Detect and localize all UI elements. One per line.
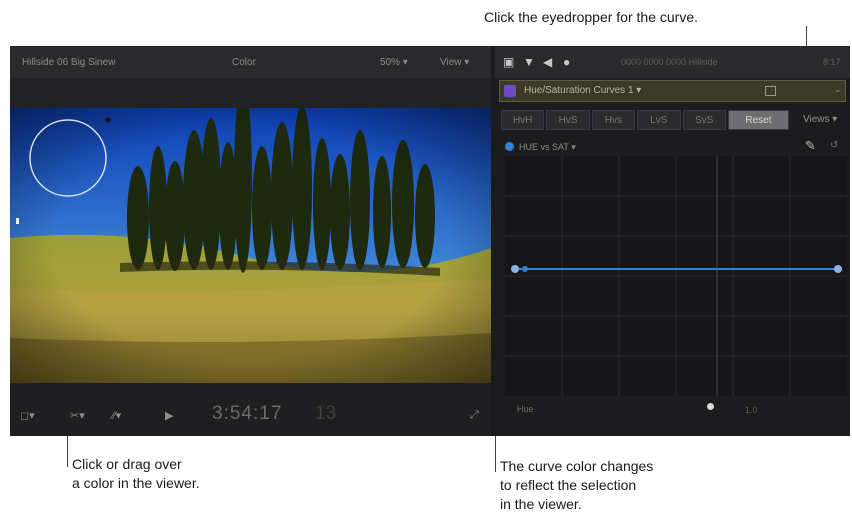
- curve-callout: The curve color changes to reflect the s…: [500, 457, 653, 514]
- reset-curve-icon[interactable]: ↺: [830, 140, 838, 151]
- zoom-menu[interactable]: 50% ▾: [380, 57, 408, 68]
- curve-callout-line3: in the viewer.: [500, 496, 582, 512]
- viewer-image[interactable]: [10, 108, 491, 383]
- effect-name-text: Hue/Saturation Curves 1: [524, 85, 634, 96]
- curve-graph-svg: [505, 156, 847, 396]
- chevron-down-icon[interactable]: ⌄: [834, 84, 842, 95]
- zoom-value: 50%: [380, 57, 401, 68]
- viewer-view-menu[interactable]: View ▾: [440, 57, 469, 68]
- viewer-strip: [10, 78, 491, 108]
- play-button[interactable]: ▶: [165, 409, 173, 422]
- inspector-header: ▣ ▼ ◀ ● 0000 0000 0000 Hillside 8:17: [495, 46, 850, 78]
- inspector-view-menu[interactable]: Views ▾: [803, 114, 837, 125]
- scrub-label: Hue: [517, 404, 534, 414]
- hue-scrubber-row: Hue 1.0: [495, 400, 850, 430]
- color-inspector: ▣ ▼ ◀ ● 0000 0000 0000 Hillside 8:17 Hue…: [495, 46, 850, 436]
- timecode-display[interactable]: 3:54:17: [212, 403, 282, 425]
- speaker-icon[interactable]: ◀: [543, 55, 552, 69]
- curve-name[interactable]: HUE vs SAT ▾: [519, 142, 576, 153]
- viewer-view-label: View: [440, 57, 462, 68]
- viewer-panel: Hillside 06 Big Sinew Color 50% ▾ View ▾: [10, 46, 491, 436]
- curve-point[interactable]: [522, 266, 528, 272]
- app-window: Hillside 06 Big Sinew Color 50% ▾ View ▾: [10, 46, 850, 436]
- scrub-value[interactable]: 1.0: [745, 405, 758, 415]
- eyedropper-callout: Click the eyedropper for the curve.: [484, 9, 698, 25]
- trim-menu[interactable]: ✂▾: [70, 409, 85, 422]
- eyedropper-icon[interactable]: ✎: [805, 138, 816, 154]
- effect-toggle-checkbox[interactable]: [765, 86, 776, 96]
- effect-selector[interactable]: Hue/Saturation Curves 1 ▾ ⌄: [499, 80, 846, 102]
- color-label[interactable]: Color: [232, 57, 256, 68]
- viewer-callout-line1: Click or drag over: [72, 456, 182, 472]
- scrub-knob[interactable]: [707, 403, 714, 410]
- tab-hue-vs-hue[interactable]: HvH: [501, 110, 545, 130]
- viewer-transport-bar: ◻▾ ✂▾ ⁄⁄▾ ▶ 3:54:17 13 ⤢: [10, 383, 491, 436]
- curve-graph[interactable]: [505, 156, 847, 396]
- tab-sat-vs-sat[interactable]: SvS: [682, 110, 726, 130]
- info-icon[interactable]: ●: [563, 55, 570, 69]
- crop-menu[interactable]: ◻▾: [20, 409, 35, 422]
- sample-point-marker: [105, 117, 111, 123]
- tab-reset[interactable]: Reset: [727, 110, 789, 130]
- speed-menu[interactable]: ⁄⁄▾: [112, 409, 121, 422]
- curve-tabs: HvH HvS Hvs LvS SvS Reset: [501, 110, 791, 130]
- curve-left-point[interactable]: [511, 265, 519, 273]
- viewer-clip-title: Hillside 06 Big Sinew: [22, 57, 116, 68]
- curve-callout-line1: The curve color changes: [500, 458, 654, 474]
- inspector-duration: 8:17: [823, 57, 841, 67]
- cypress-landscape-image: [10, 108, 491, 383]
- viewer-callout: Click or drag over a color in the viewer…: [72, 455, 200, 493]
- curve-color-dot: [505, 142, 514, 151]
- curve-callout-line2: to reflect the selection: [500, 477, 637, 493]
- viewer-toolbar: Hillside 06 Big Sinew Color 50% ▾ View ▾: [10, 46, 491, 78]
- tab-luma-vs-sat[interactable]: LvS: [637, 110, 681, 130]
- curve-right-point[interactable]: [834, 265, 842, 273]
- effect-name: Hue/Saturation Curves 1 ▾: [524, 85, 642, 96]
- inspector-clip-title: 0000 0000 0000 Hillside: [621, 57, 718, 67]
- inspector-view-label: Views: [803, 114, 830, 125]
- viewer-edge-marker: [16, 218, 19, 224]
- timecode-frames: 13: [315, 403, 337, 424]
- tab-hue-vs-luma[interactable]: Hvs: [591, 110, 636, 130]
- fullscreen-icon[interactable]: ⤢: [470, 409, 479, 422]
- film-icon[interactable]: ▣: [503, 55, 514, 69]
- filter-icon[interactable]: ▼: [523, 55, 535, 69]
- viewer-callout-line2: a color in the viewer.: [72, 475, 200, 491]
- curve-name-text: HUE vs SAT: [519, 142, 569, 152]
- effect-color-swatch: [504, 85, 516, 97]
- tab-hue-vs-sat[interactable]: HvS: [546, 110, 590, 130]
